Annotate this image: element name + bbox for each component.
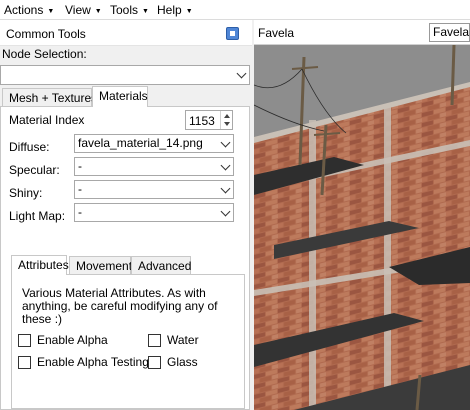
tab-materials[interactable]: Materials bbox=[92, 86, 148, 107]
common-tools-panel: Common Tools Node Selection: Mesh + Text… bbox=[0, 20, 252, 410]
attributes-tab-strip: Attributes Movement Advanced bbox=[11, 255, 247, 275]
shiny-dropdown[interactable]: - bbox=[74, 180, 234, 199]
chevron-down-icon: ▼ bbox=[142, 8, 149, 15]
glass-checkbox[interactable]: Glass bbox=[148, 355, 198, 369]
light-map-label: Light Map: bbox=[9, 209, 66, 223]
checkbox-box[interactable] bbox=[18, 355, 31, 369]
scene-selector-value: Favela bbox=[433, 25, 470, 39]
pin-icon[interactable] bbox=[226, 27, 239, 40]
chevron-down-icon: ▼ bbox=[47, 8, 55, 15]
specular-value: - bbox=[78, 159, 82, 173]
scene-viewport[interactable]: Favela Favela bbox=[254, 20, 470, 410]
tab-attributes-label: Attributes bbox=[18, 258, 69, 272]
tab-attributes[interactable]: Attributes bbox=[11, 255, 69, 275]
tab-movement-label: Movement bbox=[76, 259, 133, 273]
menu-actions-label: Actions bbox=[4, 3, 44, 17]
chevron-down-icon bbox=[236, 68, 247, 79]
chevron-down-icon: ▼ bbox=[94, 8, 102, 15]
specular-dropdown[interactable]: - bbox=[74, 157, 234, 176]
enable-alpha-checkbox[interactable]: Enable Alpha bbox=[18, 333, 108, 347]
spin-up-icon[interactable] bbox=[224, 114, 230, 118]
tab-mesh-textures[interactable]: Mesh + Textures bbox=[2, 88, 97, 106]
panel-header: Common Tools bbox=[0, 20, 252, 46]
menu-tools-label: Tools bbox=[110, 3, 139, 17]
tab-advanced-label: Advanced bbox=[138, 259, 192, 273]
chevron-down-icon bbox=[220, 137, 231, 148]
checkbox-box[interactable] bbox=[18, 333, 31, 347]
enable-alpha-testing-checkbox[interactable]: Enable Alpha Testing bbox=[18, 355, 149, 369]
material-index-spinner[interactable]: 1153 bbox=[185, 110, 233, 130]
attributes-panel: Various Material Attributes. As with any… bbox=[11, 274, 245, 409]
tab-strip: Mesh + Textures Materials bbox=[0, 86, 252, 107]
tab-advanced[interactable]: Advanced bbox=[131, 256, 191, 275]
enable-alpha-testing-label: Enable Alpha Testing bbox=[37, 355, 149, 369]
chevron-down-icon bbox=[220, 160, 231, 171]
materials-tab-panel: Material Index 1153 Diffuse: favela_mate… bbox=[0, 106, 250, 410]
menu-view-label: View bbox=[65, 3, 91, 17]
chevron-down-icon bbox=[220, 183, 231, 194]
shiny-label: Shiny: bbox=[9, 186, 43, 200]
material-index-value: 1153 bbox=[189, 114, 215, 128]
attributes-description: Various Material Attributes. As with any… bbox=[22, 286, 218, 326]
panel-title: Common Tools bbox=[6, 27, 86, 41]
scene-selector[interactable]: Favela bbox=[429, 23, 470, 42]
tab-movement[interactable]: Movement bbox=[69, 256, 133, 275]
checkbox-box[interactable] bbox=[148, 333, 161, 347]
chevron-down-icon bbox=[220, 206, 231, 217]
chevron-down-icon: ▼ bbox=[185, 8, 193, 15]
node-selection-dropdown[interactable] bbox=[0, 65, 250, 85]
node-selection-label: Node Selection: bbox=[2, 47, 87, 61]
light-map-value: - bbox=[78, 205, 82, 219]
menu-help[interactable]: Help ▼ bbox=[157, 3, 193, 17]
menu-view[interactable]: View ▼ bbox=[65, 3, 102, 17]
menu-actions[interactable]: Actions ▼ bbox=[4, 3, 54, 17]
material-index-label: Material Index bbox=[9, 113, 85, 127]
glass-label: Glass bbox=[167, 355, 198, 369]
spinner-buttons[interactable] bbox=[220, 111, 232, 129]
water-label: Water bbox=[167, 333, 199, 347]
tab-materials-label: Materials bbox=[99, 89, 148, 103]
spin-down-icon[interactable] bbox=[224, 122, 230, 126]
menu-bar: Actions ▼ View ▼ Tools ▼ Help ▼ bbox=[0, 0, 470, 20]
diffuse-value: favela_material_14.png bbox=[78, 136, 203, 150]
checkbox-box[interactable] bbox=[148, 355, 161, 369]
diffuse-dropdown[interactable]: favela_material_14.png bbox=[74, 134, 234, 153]
shiny-value: - bbox=[78, 182, 82, 196]
menu-tools[interactable]: Tools ▼ bbox=[110, 3, 149, 17]
water-checkbox[interactable]: Water bbox=[148, 333, 199, 347]
tab-mesh-textures-label: Mesh + Textures bbox=[9, 91, 98, 105]
menu-help-label: Help bbox=[157, 3, 182, 17]
diffuse-label: Diffuse: bbox=[9, 140, 50, 154]
enable-alpha-label: Enable Alpha bbox=[37, 333, 108, 347]
light-map-dropdown[interactable]: - bbox=[74, 203, 234, 222]
specular-label: Specular: bbox=[9, 163, 60, 177]
viewport-header: Favela Favela bbox=[254, 20, 470, 45]
scene-render[interactable] bbox=[254, 45, 470, 410]
viewport-title: Favela bbox=[258, 26, 295, 40]
